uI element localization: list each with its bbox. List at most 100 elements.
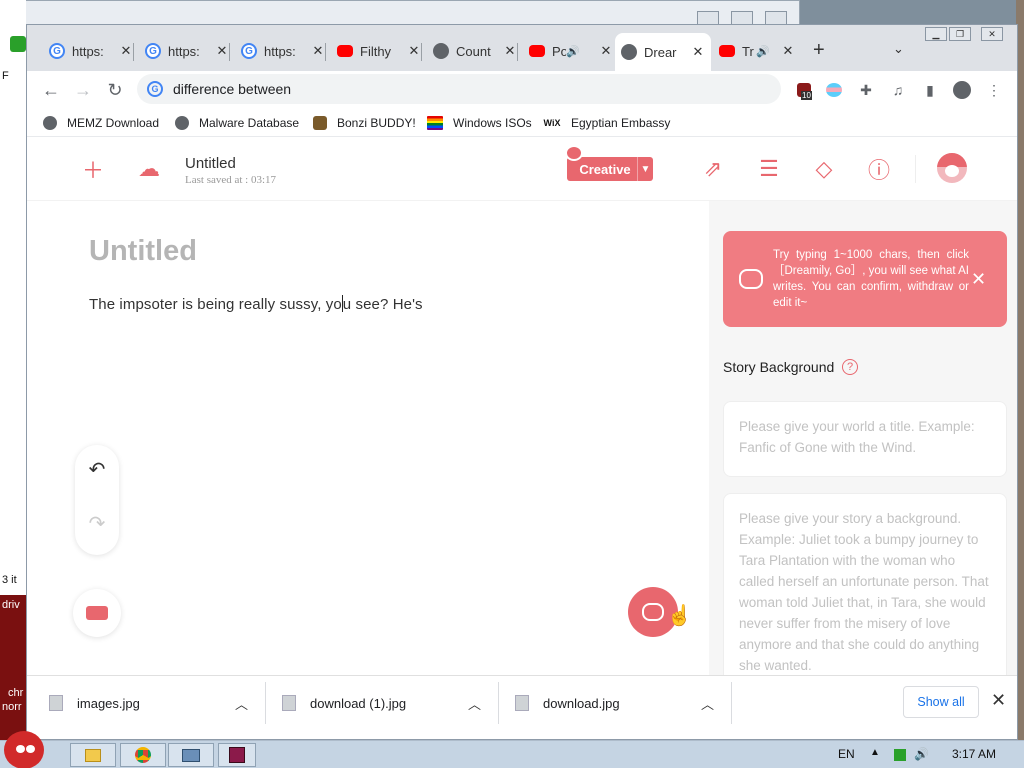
close-icon[interactable]: ✕ [781,43,795,59]
profile-icon[interactable] [951,79,973,101]
keyboard-icon [86,606,108,620]
background-close-button[interactable] [765,11,787,25]
taskbar-winrar-icon[interactable] [218,743,256,767]
volume-icon[interactable]: 🔊 [914,747,929,761]
taskbar-folder-icon[interactable] [70,743,116,767]
forward-button[interactable]: → [69,76,97,104]
close-icon[interactable]: ✕ [971,269,986,290]
language-indicator[interactable]: EN [838,747,855,761]
clock[interactable]: 3:17 AM [952,747,996,761]
app-header: ＋ ☁ Untitled Last saved at : 03:17 Creat… [27,137,1017,201]
download-item-3[interactable]: download.jpg ︿ [515,676,731,730]
reload-button[interactable]: ↻ [101,76,129,104]
download-item-1[interactable]: images.jpg ︿ [49,676,265,730]
editor-body[interactable]: The impsoter is being really sussy, you … [89,295,423,313]
bookmark-malware-database[interactable]: Malware Database [175,113,299,133]
tab-2[interactable]: G https: ✕ [139,37,235,65]
youtube-icon [337,45,353,57]
bookmark-memz[interactable]: MEMZ Download [43,113,159,133]
feedback-icon[interactable]: ⓘ [865,155,893,183]
background-maximize-button[interactable] [731,11,753,25]
tab-8[interactable]: Tr 🔊 ✕ [713,37,801,65]
background-minimize-button[interactable] [697,11,719,25]
address-bar-value[interactable]: difference between [173,81,291,97]
add-icon[interactable]: ＋ [79,155,107,183]
bookmark-egyptian-embassy[interactable]: WiX Egyptian Embassy [543,113,671,133]
tab-1[interactable]: G https: ✕ [43,37,139,65]
speaker-icon[interactable]: 🔊 [756,45,775,58]
story-background-label: Story Background [723,359,835,375]
speaker-icon[interactable]: 🔊 [566,45,593,58]
story-background-input[interactable]: Please give your story a background. Exa… [723,493,1007,675]
start-button-angry-bird-icon[interactable] [4,731,44,768]
side-panel-icon[interactable]: ▮ [919,79,941,101]
bookmarks-bar: MEMZ Download Malware Database Bonzi BUD… [27,109,1017,137]
globe-icon [433,43,449,59]
strip-text-f: F [2,70,9,82]
share-icon[interactable]: ⇗ [699,155,727,183]
close-window-button[interactable]: ✕ [981,27,1003,41]
chevron-down-icon[interactable]: ▼ [637,157,653,181]
globe-icon [43,116,57,130]
close-icon[interactable]: ✕ [311,43,325,59]
mode-label: Creative [579,161,631,177]
mode-selector[interactable]: Creative ▼ [565,145,653,181]
google-icon: G [145,43,161,59]
avatar[interactable] [937,153,967,183]
media-control-icon[interactable]: ♫ [887,79,909,101]
chevron-up-icon[interactable]: ︿ [235,694,248,713]
world-title-input[interactable]: Please give your world a title. Example:… [723,401,1007,477]
close-icon[interactable]: ✕ [503,43,517,59]
undo-icon[interactable]: ↶ [75,447,119,491]
close-shelf-icon[interactable]: ✕ [991,690,1006,711]
close-icon[interactable]: ✕ [215,43,229,59]
cloud-sync-icon[interactable]: ☁ [135,155,163,183]
tray-network-icon[interactable] [894,749,906,761]
tab-7-active[interactable]: Drear ✕ [615,33,711,71]
dreamily-app: ＋ ☁ Untitled Last saved at : 03:17 Creat… [27,137,1017,675]
taskbar: EN ▲ 🔊 3:17 AM [0,731,1024,768]
extension-badge: 10 [801,91,812,100]
address-bar[interactable]: G difference between [137,74,781,104]
strip-text-drive: driv [2,599,20,611]
download-filename: images.jpg [77,695,140,711]
bookmark-label: Windows ISOs [453,116,532,130]
tab-strip: G https: ✕ G https: ✕ G https: ✕ Filthy … [27,25,1017,71]
extension-flag-icon[interactable] [823,79,845,101]
download-item-2[interactable]: download (1).jpg ︿ [282,676,498,730]
back-button[interactable]: ← [37,76,65,104]
close-icon[interactable]: ✕ [691,44,705,60]
redo-icon[interactable]: ↷ [75,501,119,545]
close-icon[interactable]: ✕ [119,43,133,59]
tab-3[interactable]: G https: ✕ [235,37,331,65]
editor-title[interactable]: Untitled [89,235,197,268]
taskbar-chrome-icon[interactable] [120,743,166,767]
minimize-button[interactable]: ▁ [925,27,947,41]
tray-chevron-up-icon[interactable]: ▲ [870,747,880,758]
extensions-puzzle-icon[interactable]: ✚ [855,79,877,101]
tab-4[interactable]: Filthy ✕ [331,37,427,65]
keyboard-button[interactable] [73,589,121,637]
maximize-button[interactable]: ❐ [949,27,971,41]
chevron-up-icon[interactable]: ︿ [701,694,714,713]
taskbar-explorer-icon[interactable] [168,743,214,767]
tab-6[interactable]: Po 🔊 ✕ [523,37,619,65]
editor-area[interactable]: Untitled The impsoter is being really su… [27,201,709,675]
chevron-up-icon[interactable]: ︿ [468,694,481,713]
google-icon: G [241,43,257,59]
extension-shield-icon[interactable]: 10 [793,79,815,101]
bookmark-label: Malware Database [199,116,300,130]
tab-5[interactable]: Count ✕ [427,37,523,65]
tab-search-chevron-icon[interactable]: ⌄ [893,41,904,57]
strip-text-normal: norr [2,701,22,713]
diamond-icon[interactable]: ◇ [810,155,838,183]
help-question-icon[interactable]: ? [842,359,858,375]
outline-icon[interactable]: ☰ [755,155,783,183]
menu-kebab-icon[interactable]: ⋮ [983,79,1005,101]
bookmark-bonzi-buddy[interactable]: Bonzi BUDDY! [313,113,416,133]
show-all-button[interactable]: Show all [903,686,979,718]
close-icon[interactable]: ✕ [407,43,421,59]
new-tab-button[interactable]: + [813,39,825,62]
bookmark-windows-isos[interactable]: Windows ISOs [427,113,532,133]
close-icon[interactable]: ✕ [599,43,613,59]
